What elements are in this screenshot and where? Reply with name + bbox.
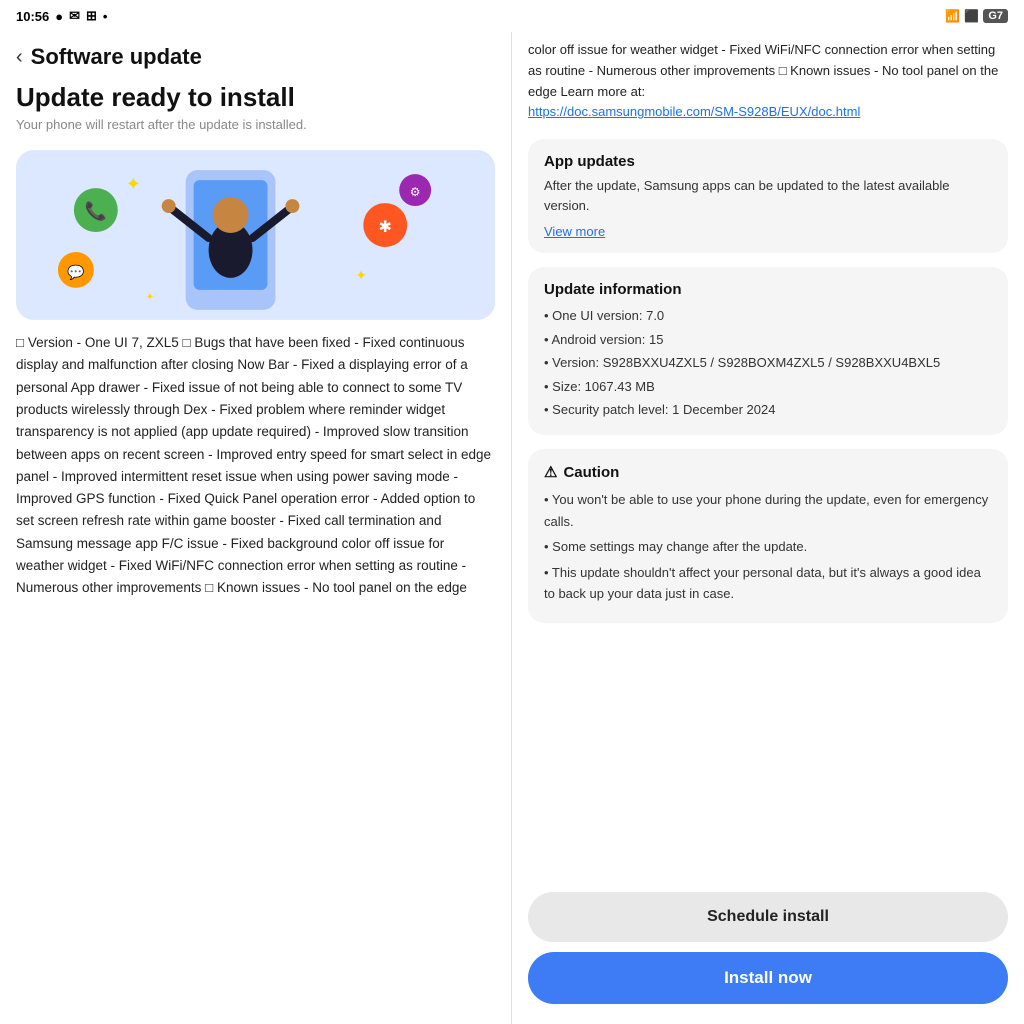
dot-icon: • xyxy=(103,9,108,24)
update-info-title: Update information xyxy=(544,281,992,298)
update-info-item-0: • One UI version: 7.0 xyxy=(544,304,992,327)
caution-card: ⚠ Caution • You won't be able to use you… xyxy=(528,449,1008,622)
view-more-link[interactable]: View more xyxy=(544,224,992,239)
left-panel: ‹ Software update Update ready to instal… xyxy=(0,0,512,1024)
update-info-item-3: • Size: 1067.43 MB xyxy=(544,375,992,398)
battery-badge: G7 xyxy=(983,9,1008,23)
mail-icon: ✉ xyxy=(69,8,80,24)
status-bar-right: 📶 ⬛ G7 xyxy=(945,9,1008,23)
nav-title: Software update xyxy=(31,44,202,70)
caution-list: • You won't be able to use your phone du… xyxy=(544,489,992,604)
caution-item-2: • This update shouldn't affect your pers… xyxy=(544,562,992,605)
caution-icon: ⚠ xyxy=(544,463,557,481)
page-title: Update ready to install xyxy=(0,74,511,115)
nav-header: ‹ Software update xyxy=(0,32,511,74)
extra-icon: ⊞ xyxy=(86,8,97,24)
update-description: □ Version - One UI 7, ZXL5 □ Bugs that h… xyxy=(0,332,511,1024)
update-info-list: • One UI version: 7.0 • Android version:… xyxy=(544,304,992,421)
app-updates-text: After the update, Samsung apps can be up… xyxy=(544,176,992,216)
caution-item-0: • You won't be able to use your phone du… xyxy=(544,489,992,532)
right-panel: color off issue for weather widget - Fix… xyxy=(512,0,1024,1024)
signal-icon: ● xyxy=(55,9,63,24)
caution-title: ⚠ Caution xyxy=(544,463,992,481)
caution-item-1: • Some settings may change after the upd… xyxy=(544,536,992,557)
svg-text:📞: 📞 xyxy=(85,199,108,221)
svg-text:✦: ✦ xyxy=(146,292,154,303)
app-updates-card: App updates After the update, Samsung ap… xyxy=(528,139,1008,253)
status-time: 10:56 xyxy=(16,9,49,24)
wifi-icon: 📶 xyxy=(945,9,960,23)
signal-bars: ⬛ xyxy=(964,9,979,23)
right-top-text: color off issue for weather widget - Fix… xyxy=(528,32,1008,123)
svg-text:✦: ✦ xyxy=(126,174,141,194)
svg-text:✱: ✱ xyxy=(379,219,392,236)
status-bar: 10:56 ● ✉ ⊞ • 📶 ⬛ G7 xyxy=(0,0,1024,32)
svg-text:⚙: ⚙ xyxy=(410,185,421,199)
install-now-button[interactable]: Install now xyxy=(528,952,1008,1004)
update-info-item-4: • Security patch level: 1 December 2024 xyxy=(544,398,992,421)
svg-text:✦: ✦ xyxy=(355,267,367,283)
right-content: color off issue for weather widget - Fix… xyxy=(512,32,1024,882)
svg-text:💬: 💬 xyxy=(67,264,85,281)
schedule-install-button[interactable]: Schedule install xyxy=(528,892,1008,942)
update-info-item-2: • Version: S928BXXU4ZXL5 / S928BOXM4ZXL5… xyxy=(544,351,992,374)
caution-title-text: Caution xyxy=(563,464,619,481)
update-info-card: Update information • One UI version: 7.0… xyxy=(528,267,1008,435)
back-button[interactable]: ‹ xyxy=(16,46,23,69)
bottom-buttons: Schedule install Install now xyxy=(512,882,1024,1024)
learn-more-link[interactable]: https://doc.samsungmobile.com/SM-S928B/E… xyxy=(528,104,860,119)
update-info-item-1: • Android version: 15 xyxy=(544,328,992,351)
illustration-area: 📞 ✱ 💬 ⚙ ✦ ✦ ✦ xyxy=(16,150,495,320)
right-text-content: color off issue for weather widget - Fix… xyxy=(528,42,998,99)
app-updates-title: App updates xyxy=(544,153,992,170)
status-bar-left: 10:56 ● ✉ ⊞ • xyxy=(16,8,107,24)
page-subtitle: Your phone will restart after the update… xyxy=(0,115,511,142)
